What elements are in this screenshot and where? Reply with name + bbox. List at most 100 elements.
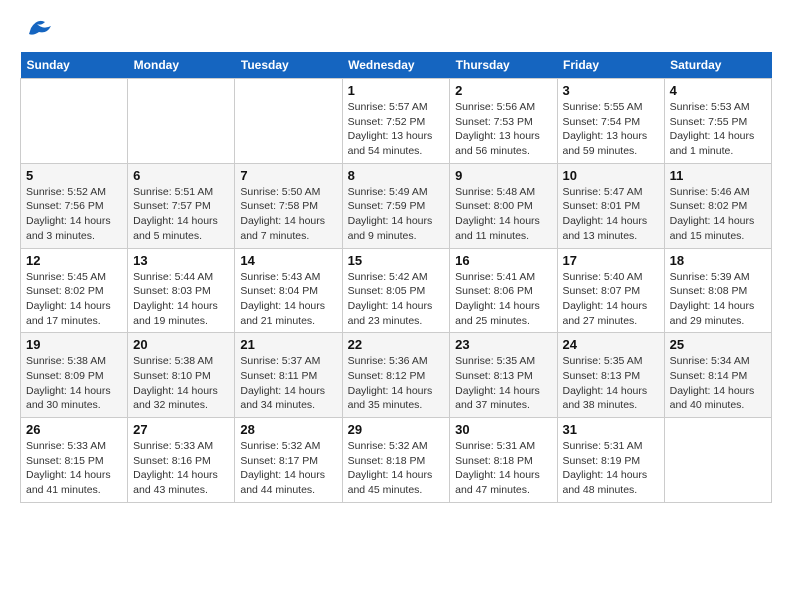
day-number: 29 xyxy=(348,422,445,437)
day-cell-4: 4Sunrise: 5:53 AM Sunset: 7:55 PM Daylig… xyxy=(664,79,771,164)
day-info: Sunrise: 5:44 AM Sunset: 8:03 PM Dayligh… xyxy=(133,270,229,329)
weekday-header-wednesday: Wednesday xyxy=(342,52,450,79)
day-info: Sunrise: 5:48 AM Sunset: 8:00 PM Dayligh… xyxy=(455,185,551,244)
day-number: 20 xyxy=(133,337,229,352)
week-row-4: 19Sunrise: 5:38 AM Sunset: 8:09 PM Dayli… xyxy=(21,333,772,418)
day-info: Sunrise: 5:45 AM Sunset: 8:02 PM Dayligh… xyxy=(26,270,122,329)
day-info: Sunrise: 5:42 AM Sunset: 8:05 PM Dayligh… xyxy=(348,270,445,329)
weekday-header-tuesday: Tuesday xyxy=(235,52,342,79)
day-info: Sunrise: 5:50 AM Sunset: 7:58 PM Dayligh… xyxy=(240,185,336,244)
day-info: Sunrise: 5:36 AM Sunset: 8:12 PM Dayligh… xyxy=(348,354,445,413)
day-info: Sunrise: 5:31 AM Sunset: 8:18 PM Dayligh… xyxy=(455,439,551,498)
day-number: 18 xyxy=(670,253,766,268)
day-info: Sunrise: 5:43 AM Sunset: 8:04 PM Dayligh… xyxy=(240,270,336,329)
weekday-header-saturday: Saturday xyxy=(664,52,771,79)
day-number: 24 xyxy=(563,337,659,352)
day-cell-25: 25 Sunrise: 5:34 AM Sunset: 8:14 PM Dayli… xyxy=(664,333,771,418)
day-cell-18: 18 Sunrise: 5:39 AM Sunset: 8:08 PM Dayli… xyxy=(664,248,771,333)
day-cell-26: 26 Sunrise: 5:33 AM Sunset: 8:15 PM Dayli… xyxy=(21,418,128,503)
day-info: Sunrise: 5:35 AM Sunset: 8:13 PM Dayligh… xyxy=(455,354,551,413)
day-number: 22 xyxy=(348,337,445,352)
weekday-header-monday: Monday xyxy=(128,52,235,79)
day-info: Sunrise: 5:47 AM Sunset: 8:01 PM Dayligh… xyxy=(563,185,659,244)
day-cell-7: 7 Sunrise: 5:50 AM Sunset: 7:58 PM Daylig… xyxy=(235,163,342,248)
day-cell-29: 29 Sunrise: 5:32 AM Sunset: 8:18 PM Dayli… xyxy=(342,418,450,503)
day-cell-27: 27 Sunrise: 5:33 AM Sunset: 8:16 PM Dayli… xyxy=(128,418,235,503)
day-info: Sunrise: 5:32 AM Sunset: 8:17 PM Dayligh… xyxy=(240,439,336,498)
day-info: Sunrise: 5:53 AM Sunset: 7:55 PM Dayligh… xyxy=(670,100,766,159)
day-number: 21 xyxy=(240,337,336,352)
week-row-3: 12 Sunrise: 5:45 AM Sunset: 8:02 PM Dayli… xyxy=(21,248,772,333)
week-row-1: 1Sunrise: 5:57 AM Sunset: 7:52 PM Daylig… xyxy=(21,79,772,164)
day-info: Sunrise: 5:33 AM Sunset: 8:15 PM Dayligh… xyxy=(26,439,122,498)
empty-cell xyxy=(235,79,342,164)
day-info: Sunrise: 5:35 AM Sunset: 8:13 PM Dayligh… xyxy=(563,354,659,413)
day-number: 13 xyxy=(133,253,229,268)
week-row-5: 26 Sunrise: 5:33 AM Sunset: 8:15 PM Dayli… xyxy=(21,418,772,503)
day-number: 25 xyxy=(670,337,766,352)
empty-cell xyxy=(664,418,771,503)
day-cell-8: 8 Sunrise: 5:49 AM Sunset: 7:59 PM Daylig… xyxy=(342,163,450,248)
day-cell-12: 12 Sunrise: 5:45 AM Sunset: 8:02 PM Dayli… xyxy=(21,248,128,333)
day-info: Sunrise: 5:39 AM Sunset: 8:08 PM Dayligh… xyxy=(670,270,766,329)
day-number: 9 xyxy=(455,168,551,183)
day-number: 6 xyxy=(133,168,229,183)
day-number: 28 xyxy=(240,422,336,437)
empty-cell xyxy=(21,79,128,164)
day-cell-16: 16 Sunrise: 5:41 AM Sunset: 8:06 PM Dayli… xyxy=(450,248,557,333)
day-number: 15 xyxy=(348,253,445,268)
day-info: Sunrise: 5:34 AM Sunset: 8:14 PM Dayligh… xyxy=(670,354,766,413)
day-number: 17 xyxy=(563,253,659,268)
day-info: Sunrise: 5:51 AM Sunset: 7:57 PM Dayligh… xyxy=(133,185,229,244)
day-info: Sunrise: 5:57 AM Sunset: 7:52 PM Dayligh… xyxy=(348,100,445,159)
day-cell-15: 15 Sunrise: 5:42 AM Sunset: 8:05 PM Dayli… xyxy=(342,248,450,333)
day-number: 30 xyxy=(455,422,551,437)
day-cell-5: 5 Sunrise: 5:52 AM Sunset: 7:56 PM Daylig… xyxy=(21,163,128,248)
day-number: 8 xyxy=(348,168,445,183)
day-number: 5 xyxy=(26,168,122,183)
weekday-header-friday: Friday xyxy=(557,52,664,79)
day-info: Sunrise: 5:40 AM Sunset: 8:07 PM Dayligh… xyxy=(563,270,659,329)
day-number: 7 xyxy=(240,168,336,183)
day-number: 10 xyxy=(563,168,659,183)
day-info: Sunrise: 5:32 AM Sunset: 8:18 PM Dayligh… xyxy=(348,439,445,498)
day-info: Sunrise: 5:33 AM Sunset: 8:16 PM Dayligh… xyxy=(133,439,229,498)
calendar-table: SundayMondayTuesdayWednesdayThursdayFrid… xyxy=(20,52,772,503)
day-cell-28: 28 Sunrise: 5:32 AM Sunset: 8:17 PM Dayli… xyxy=(235,418,342,503)
day-cell-3: 3Sunrise: 5:55 AM Sunset: 7:54 PM Daylig… xyxy=(557,79,664,164)
day-info: Sunrise: 5:38 AM Sunset: 8:09 PM Dayligh… xyxy=(26,354,122,413)
day-number: 16 xyxy=(455,253,551,268)
day-number: 14 xyxy=(240,253,336,268)
logo-bird-icon xyxy=(23,16,53,40)
day-cell-1: 1Sunrise: 5:57 AM Sunset: 7:52 PM Daylig… xyxy=(342,79,450,164)
day-info: Sunrise: 5:41 AM Sunset: 8:06 PM Dayligh… xyxy=(455,270,551,329)
day-cell-9: 9 Sunrise: 5:48 AM Sunset: 8:00 PM Daylig… xyxy=(450,163,557,248)
day-info: Sunrise: 5:31 AM Sunset: 8:19 PM Dayligh… xyxy=(563,439,659,498)
day-number: 31 xyxy=(563,422,659,437)
day-cell-2: 2 Sunrise: 5:56 AM Sunset: 7:53 PM Daylig… xyxy=(450,79,557,164)
page-header xyxy=(20,20,772,36)
day-cell-6: 6 Sunrise: 5:51 AM Sunset: 7:57 PM Daylig… xyxy=(128,163,235,248)
week-row-2: 5 Sunrise: 5:52 AM Sunset: 7:56 PM Daylig… xyxy=(21,163,772,248)
weekday-header-thursday: Thursday xyxy=(450,52,557,79)
day-number: 11 xyxy=(670,168,766,183)
day-info: Sunrise: 5:52 AM Sunset: 7:56 PM Dayligh… xyxy=(26,185,122,244)
day-cell-14: 14 Sunrise: 5:43 AM Sunset: 8:04 PM Dayli… xyxy=(235,248,342,333)
day-cell-13: 13 Sunrise: 5:44 AM Sunset: 8:03 PM Dayli… xyxy=(128,248,235,333)
day-info: Sunrise: 5:56 AM Sunset: 7:53 PM Dayligh… xyxy=(455,100,551,159)
day-cell-21: 21Sunrise: 5:37 AM Sunset: 8:11 PM Dayli… xyxy=(235,333,342,418)
day-cell-19: 19Sunrise: 5:38 AM Sunset: 8:09 PM Dayli… xyxy=(21,333,128,418)
day-number: 26 xyxy=(26,422,122,437)
day-cell-11: 11Sunrise: 5:46 AM Sunset: 8:02 PM Dayli… xyxy=(664,163,771,248)
day-cell-17: 17 Sunrise: 5:40 AM Sunset: 8:07 PM Dayli… xyxy=(557,248,664,333)
day-cell-20: 20Sunrise: 5:38 AM Sunset: 8:10 PM Dayli… xyxy=(128,333,235,418)
weekday-header-row: SundayMondayTuesdayWednesdayThursdayFrid… xyxy=(21,52,772,79)
day-cell-31: 31 Sunrise: 5:31 AM Sunset: 8:19 PM Dayli… xyxy=(557,418,664,503)
day-info: Sunrise: 5:49 AM Sunset: 7:59 PM Dayligh… xyxy=(348,185,445,244)
day-number: 27 xyxy=(133,422,229,437)
empty-cell xyxy=(128,79,235,164)
day-number: 23 xyxy=(455,337,551,352)
day-number: 12 xyxy=(26,253,122,268)
day-number: 2 xyxy=(455,83,551,98)
day-cell-22: 22 Sunrise: 5:36 AM Sunset: 8:12 PM Dayli… xyxy=(342,333,450,418)
